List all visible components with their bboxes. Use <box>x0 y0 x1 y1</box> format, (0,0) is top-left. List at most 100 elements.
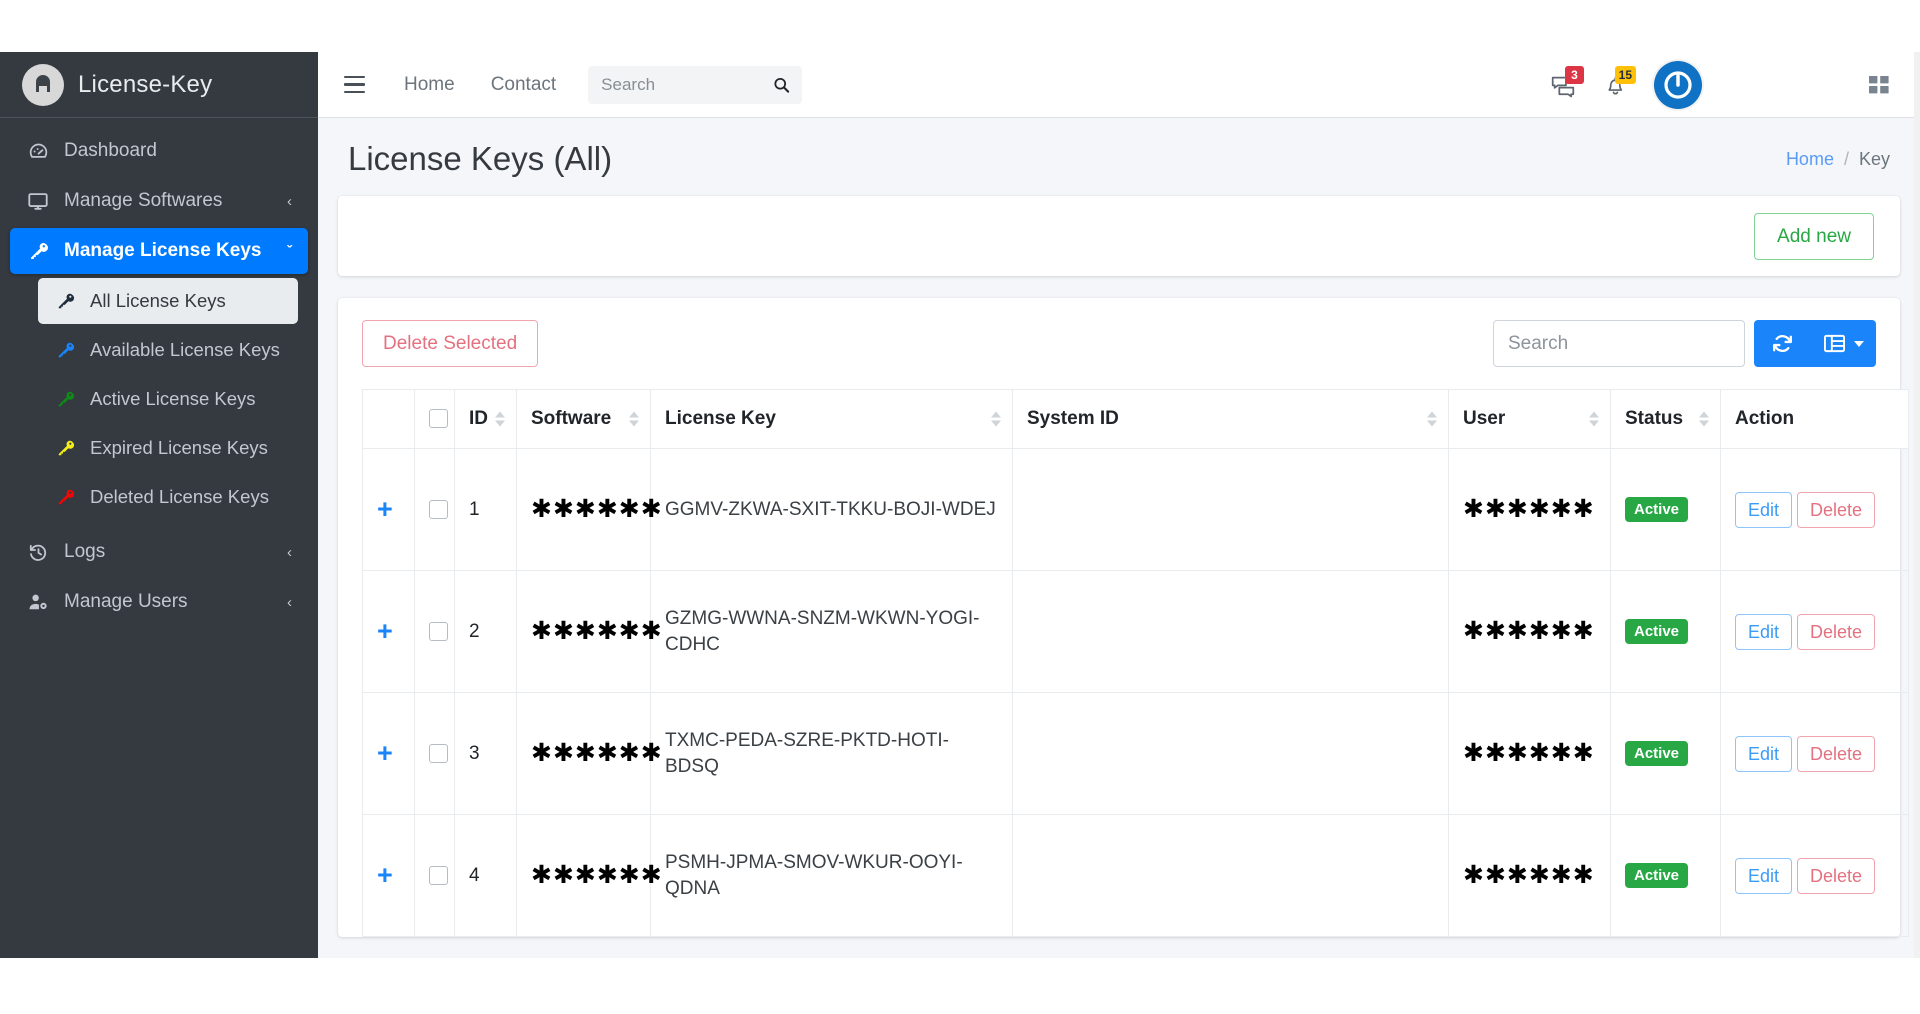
app-logo-icon <box>22 64 64 106</box>
expand-row-icon[interactable]: + <box>377 738 393 768</box>
cell-software: ✱✱✱✱✱✱ <box>517 571 651 693</box>
cell-id: 1 <box>455 449 517 571</box>
user-masked: ✱✱✱✱✱✱ <box>1463 616 1595 645</box>
sidebar-item-manage-softwares[interactable]: Manage Softwares ‹ <box>10 178 308 224</box>
th-expand <box>363 390 415 449</box>
sidebar-nav: Dashboard Manage Softwares ‹ <box>0 118 318 625</box>
th-status[interactable]: Status <box>1611 390 1721 449</box>
power-button[interactable] <box>1654 61 1702 109</box>
select-all-checkbox[interactable] <box>429 409 448 428</box>
row-select-cell[interactable] <box>415 815 455 937</box>
cell-license-key: GZMG-WWNA-SNZM-WKWN-YOGI-CDHC <box>651 571 1013 693</box>
th-software[interactable]: Software <box>517 390 651 449</box>
th-select-all <box>415 390 455 449</box>
software-masked: ✱✱✱✱✱✱ <box>531 616 663 645</box>
chevron-down-icon: ˇ <box>287 243 294 260</box>
navbar-link-home[interactable]: Home <box>386 74 473 96</box>
row-checkbox[interactable] <box>429 500 448 519</box>
expand-row-icon[interactable]: + <box>377 494 393 524</box>
brand[interactable]: License-Key <box>0 52 318 118</box>
license-key-value: PSMH-JPMA-SMOV-WKUR-OOYI-QDNA <box>665 852 963 899</box>
navbar-search[interactable] <box>588 66 802 104</box>
row-select-cell[interactable] <box>415 571 455 693</box>
sidebar-item-active-license-keys[interactable]: Active License Keys <box>38 376 298 422</box>
edit-button[interactable]: Edit <box>1735 858 1792 894</box>
table-search[interactable] <box>1493 320 1745 367</box>
cell-status: Active <box>1611 571 1721 693</box>
expand-cell[interactable]: + <box>363 815 415 937</box>
messages-button[interactable]: 3 <box>1540 62 1586 108</box>
table-row: + 2 ✱✱✱✱✱✱ GZMG-WWNA-SNZM-WKWN-YOGI-CDHC… <box>363 571 1909 693</box>
browser-top-strip <box>0 0 1920 52</box>
page-bottom-area <box>0 958 1920 1014</box>
status-badge: Active <box>1625 619 1688 644</box>
edit-button[interactable]: Edit <box>1735 736 1792 772</box>
cell-action: EditDelete <box>1721 449 1909 571</box>
edit-button[interactable]: Edit <box>1735 614 1792 650</box>
expand-cell[interactable]: + <box>363 693 415 815</box>
cell-software: ✱✱✱✱✱✱ <box>517 815 651 937</box>
expand-cell[interactable]: + <box>363 571 415 693</box>
sidebar-item-available-license-keys[interactable]: Available License Keys <box>38 327 298 373</box>
page-scrollbar[interactable] <box>1914 52 1920 958</box>
sidebar-item-logs[interactable]: Logs ‹ <box>10 529 308 575</box>
search-icon[interactable] <box>772 75 791 94</box>
chevron-left-icon: ‹ <box>287 594 294 611</box>
table-search-input[interactable] <box>1494 321 1744 366</box>
th-id[interactable]: ID <box>455 390 517 449</box>
sidebar-item-all-license-keys[interactable]: All License Keys <box>38 278 298 324</box>
sidebar-item-expired-license-keys[interactable]: Expired License Keys <box>38 425 298 471</box>
cell-status: Active <box>1611 815 1721 937</box>
sort-indicator-icon <box>1699 412 1709 427</box>
row-checkbox[interactable] <box>429 622 448 641</box>
expand-cell[interactable]: + <box>363 449 415 571</box>
cell-action: EditDelete <box>1721 571 1909 693</box>
th-label: License Key <box>665 408 776 429</box>
sidebar-item-label: Manage License Keys <box>64 240 287 262</box>
notifications-badge: 15 <box>1615 66 1636 84</box>
th-user[interactable]: User <box>1449 390 1611 449</box>
apps-grid-button[interactable] <box>1862 68 1896 102</box>
row-checkbox[interactable] <box>429 866 448 885</box>
th-label: Action <box>1735 408 1794 429</box>
sidebar-submenu-license-keys: All License Keys Available License Keys <box>10 278 308 520</box>
table-row: + 1 ✱✱✱✱✱✱ GGMV-ZKWA-SXIT-TKKU-BOJI-WDEJ… <box>363 449 1909 571</box>
sidebar-item-deleted-license-keys[interactable]: Deleted License Keys <box>38 474 298 520</box>
delete-selected-button[interactable]: Delete Selected <box>362 320 538 367</box>
sidebar-item-manage-license-keys[interactable]: Manage License Keys ˇ <box>10 228 308 274</box>
hamburger-icon[interactable] <box>332 63 376 107</box>
breadcrumb-home[interactable]: Home <box>1786 149 1834 170</box>
cell-license-key: PSMH-JPMA-SMOV-WKUR-OOYI-QDNA <box>651 815 1013 937</box>
expand-row-icon[interactable]: + <box>377 860 393 890</box>
expand-row-icon[interactable]: + <box>377 616 393 646</box>
sidebar-item-label: Logs <box>64 541 287 563</box>
messages-badge: 3 <box>1565 66 1584 84</box>
th-license-key[interactable]: License Key <box>651 390 1013 449</box>
th-label: User <box>1463 408 1505 429</box>
add-new-button[interactable]: Add new <box>1754 213 1874 260</box>
edit-button[interactable]: Edit <box>1735 492 1792 528</box>
status-badge: Active <box>1625 741 1688 766</box>
sidebar-item-dashboard[interactable]: Dashboard <box>10 128 308 174</box>
notifications-button[interactable]: 15 <box>1592 62 1638 108</box>
delete-button[interactable]: Delete <box>1797 492 1875 528</box>
navbar-link-contact[interactable]: Contact <box>473 74 574 96</box>
search-input[interactable] <box>588 66 802 104</box>
th-label: System ID <box>1027 408 1119 429</box>
refresh-button[interactable] <box>1754 320 1810 367</box>
sidebar-item-manage-users[interactable]: Manage Users ‹ <box>10 579 308 625</box>
table-body: + 1 ✱✱✱✱✱✱ GGMV-ZKWA-SXIT-TKKU-BOJI-WDEJ… <box>363 449 1909 937</box>
delete-button[interactable]: Delete <box>1797 858 1875 894</box>
cell-id: 3 <box>455 693 517 815</box>
row-select-cell[interactable] <box>415 693 455 815</box>
license-keys-card: Delete Selected <box>338 298 1900 937</box>
columns-button[interactable] <box>1810 320 1876 367</box>
th-label: Status <box>1625 408 1683 429</box>
user-masked: ✱✱✱✱✱✱ <box>1463 494 1595 523</box>
add-new-card: Add new <box>338 196 1900 276</box>
delete-button[interactable]: Delete <box>1797 614 1875 650</box>
row-checkbox[interactable] <box>429 744 448 763</box>
row-select-cell[interactable] <box>415 449 455 571</box>
delete-button[interactable]: Delete <box>1797 736 1875 772</box>
th-system-id[interactable]: System ID <box>1013 390 1449 449</box>
